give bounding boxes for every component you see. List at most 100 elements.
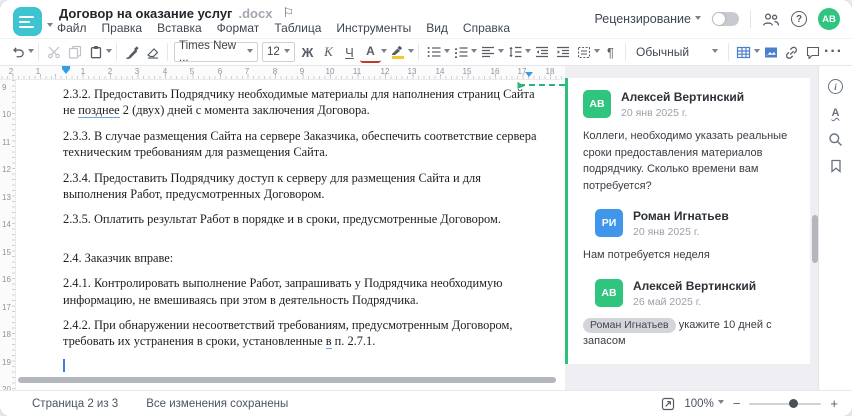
paragraph-shading-button[interactable] <box>573 41 594 63</box>
image-icon <box>764 47 777 57</box>
numbered-list-button[interactable] <box>450 41 471 63</box>
menu-view[interactable]: Вид <box>426 21 448 35</box>
nonprinting-chars-button[interactable]: ¶ <box>600 41 621 63</box>
eraser-icon <box>146 48 158 59</box>
paragraph-2-3-3[interactable]: 2.3.3. В случае размещения Сайта на серв… <box>63 128 537 161</box>
status-bar: Страница 2 из 3 Все изменения сохранены … <box>0 390 852 416</box>
numbered-list-icon <box>454 47 467 58</box>
menu-file[interactable]: Файл <box>57 21 87 35</box>
zoom-slider-knob[interactable] <box>789 398 798 408</box>
font-color-button[interactable]: А <box>360 41 381 63</box>
divider <box>116 43 117 61</box>
paragraph-2-3-4[interactable]: 2.3.4. Предоставить Подрядчику доступ к … <box>63 170 537 203</box>
increase-indent-button[interactable] <box>552 41 573 63</box>
table-icon <box>736 46 751 58</box>
italic-button[interactable]: К <box>318 41 339 63</box>
bold-button[interactable]: Ж <box>297 41 318 63</box>
menu-bar: Файл Правка Вставка Формат Таблица Инстр… <box>57 21 510 35</box>
menu-tools[interactable]: Инструменты <box>336 21 411 35</box>
menu-table[interactable]: Таблица <box>274 21 321 35</box>
page-indicator[interactable]: Страница 2 из 3 <box>32 398 118 410</box>
users-icon <box>762 13 780 26</box>
dropdown-caret-icon[interactable] <box>408 48 414 56</box>
search-button[interactable] <box>828 132 843 147</box>
menu-format[interactable]: Формат <box>217 21 260 35</box>
help-button[interactable]: ? <box>791 11 807 27</box>
line-spacing-button[interactable] <box>504 41 525 63</box>
highlight-button[interactable] <box>387 41 408 63</box>
fit-width-button[interactable] <box>661 397 675 411</box>
mention-chip[interactable]: Роман Игнатьев <box>583 317 676 333</box>
vertical-ruler: 91011121314151617181920 <box>0 80 16 394</box>
zoom-level-select[interactable]: 100% <box>684 398 724 410</box>
app-menu-caret-icon[interactable] <box>47 17 53 35</box>
comment-thread[interactable]: АВ Алексей Вертинский 20 янв 2025 г. Кол… <box>565 78 810 364</box>
paragraph-2-4-2[interactable]: 2.4.2. При обнаружении несоответствий тр… <box>63 317 537 350</box>
insert-link-button[interactable] <box>781 41 802 63</box>
font-size-select[interactable]: 12 <box>262 42 295 62</box>
save-status: Все изменения сохранены <box>146 397 289 410</box>
search-icon <box>829 133 842 146</box>
dropdown-caret-icon[interactable] <box>106 48 112 56</box>
app-window: Договор на оказание услуг .docx ⚐ Файл Пр… <box>0 0 852 416</box>
document-title: Договор на оказание услуг <box>59 5 233 21</box>
review-mode-select[interactable]: Рецензирование <box>594 12 701 26</box>
info-button[interactable]: i <box>828 79 843 94</box>
divider <box>38 43 39 61</box>
app-logo-icon[interactable] <box>13 7 42 36</box>
paragraph-2-4-1[interactable]: 2.4.1. Контролировать выполнение Работ, … <box>63 275 537 308</box>
clear-style-button[interactable] <box>142 41 163 63</box>
font-name-select[interactable]: Times New ... <box>174 40 258 64</box>
insert-image-button[interactable] <box>760 41 781 63</box>
decrease-indent-button[interactable] <box>531 41 552 63</box>
user-avatar[interactable]: АВ <box>818 8 840 30</box>
zoom-out-button[interactable]: − <box>733 397 741 410</box>
comment-author: Алексей Вертинский <box>633 278 757 293</box>
commented-text[interactable]: позднее <box>78 103 120 119</box>
comment-date: 20 янв 2025 г. <box>621 107 688 119</box>
menu-help[interactable]: Справка <box>463 21 510 35</box>
bookmarks-button[interactable] <box>830 159 842 173</box>
indent-marker-icon[interactable] <box>62 69 70 78</box>
right-sidebar: i А <box>818 66 852 390</box>
flag-icon[interactable]: ⚐ <box>282 5 294 21</box>
menu-insert[interactable]: Вставка <box>157 21 202 35</box>
copy-button[interactable] <box>64 41 85 63</box>
comment-connector-line <box>519 84 565 86</box>
paragraph-2-3-2[interactable]: 2.3.2. Предоставить Подрядчику необходим… <box>63 86 537 119</box>
underline-button[interactable]: Ч <box>339 41 360 63</box>
cut-button[interactable] <box>43 41 64 63</box>
dropdown-caret-icon <box>717 400 724 407</box>
dropdown-caret-icon[interactable] <box>28 48 34 56</box>
horizontal-scrollbar[interactable] <box>18 377 556 383</box>
document-text: 2.3.2. Предоставить Подрядчику необходим… <box>18 80 565 372</box>
document-page[interactable]: 2.3.2. Предоставить Подрядчику необходим… <box>18 80 565 390</box>
paragraph-2-4[interactable]: 2.4. Заказчик вправе: <box>63 250 537 266</box>
font-name-value: Times New ... <box>179 40 237 64</box>
format-painter-button[interactable] <box>121 41 142 63</box>
comment-text: Роман Игнатьев укажите 10 дней с запасом <box>583 317 772 347</box>
zoom-slider[interactable] <box>749 398 822 408</box>
toolbar: Times New ... 12 Ж К Ч А ¶ Обычный ··· <box>0 38 852 66</box>
comment-author: Роман Игнатьев <box>633 209 729 223</box>
document-extension: .docx <box>238 5 273 21</box>
comment-text: Нам потребуется неделя <box>583 249 710 261</box>
paragraph-style-select[interactable]: Обычный <box>630 41 724 63</box>
comment-reply-1: РИ Роман Игнатьев 20 янв 2025 г. Нам пот… <box>583 209 800 264</box>
header: Договор на оказание услуг .docx ⚐ Файл Пр… <box>0 0 852 38</box>
share-users-button[interactable] <box>762 12 780 27</box>
spellcheck-button[interactable]: А <box>832 106 840 120</box>
paste-button[interactable] <box>85 41 106 63</box>
menu-edit[interactable]: Правка <box>102 21 143 35</box>
insert-table-button[interactable] <box>733 41 754 63</box>
align-button[interactable] <box>477 41 498 63</box>
dropdown-caret-icon <box>247 48 253 56</box>
more-toolbar-button[interactable]: ··· <box>823 41 844 63</box>
paragraph-2-3-5[interactable]: 2.3.5. Оплатить результат Работ в порядк… <box>63 211 537 227</box>
header-right-controls: Рецензирование ? АВ <box>594 0 840 38</box>
insert-comment-button[interactable] <box>802 41 823 63</box>
zoom-in-button[interactable]: + <box>830 397 838 410</box>
bullet-list-button[interactable] <box>423 41 444 63</box>
undo-button[interactable] <box>7 41 28 63</box>
review-toggle[interactable] <box>712 12 739 26</box>
